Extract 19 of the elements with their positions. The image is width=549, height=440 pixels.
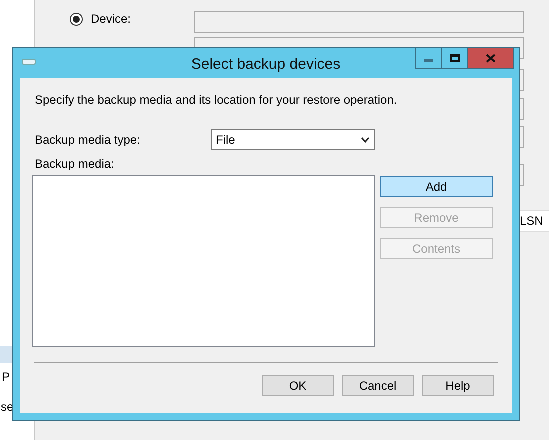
field-label: Backup media type:	[35, 132, 142, 148]
action-button[interactable]: Add	[380, 176, 493, 197]
text-field[interactable]	[194, 11, 524, 33]
radio-label: Device:	[91, 11, 132, 28]
maximize-button[interactable]	[442, 48, 468, 69]
window-title: Select backup devices	[190, 55, 342, 75]
minimize-icon	[424, 59, 433, 62]
media-type-dropdown[interactable]: File	[211, 129, 375, 150]
close-icon	[486, 54, 496, 62]
dialog-button[interactable]: OK	[262, 375, 334, 396]
dialog-button[interactable]: Cancel	[342, 375, 414, 396]
window-icon	[22, 59, 36, 65]
caret-icon	[361, 136, 370, 142]
close-button[interactable]	[468, 48, 514, 69]
field-label: Backup media:	[35, 156, 116, 173]
dialog-button[interactable]: Help	[422, 375, 494, 396]
list-item-text: P	[2, 369, 10, 386]
maximize-icon	[450, 54, 460, 62]
description-text: Specify the backup media and its location for your restore operation.	[35, 92, 398, 109]
